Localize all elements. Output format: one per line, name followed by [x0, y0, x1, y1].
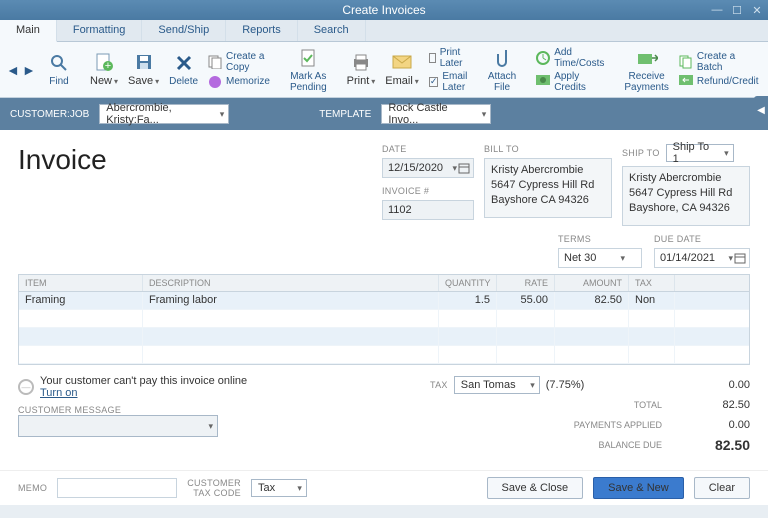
online-pay-message: — Your customer can't pay this invoice o… — [18, 375, 414, 399]
terms-label: Terms — [558, 234, 642, 244]
tab-sendship[interactable]: Send/Ship — [142, 20, 226, 41]
apply-credits-button[interactable]: Apply Credits — [536, 71, 604, 93]
due-date-input[interactable]: 01/14/2021 — [654, 248, 750, 268]
create-batch-button[interactable]: Create a Batch — [679, 51, 759, 73]
email-later-checkbox[interactable]: Email Later — [429, 71, 468, 93]
balance-due-label: Balance Due — [430, 440, 680, 450]
checkbox-icon — [429, 53, 436, 63]
save-close-button[interactable]: Save & Close — [487, 477, 584, 499]
customer-tax-code-dropdown[interactable]: Tax — [251, 479, 307, 497]
tab-reports[interactable]: Reports — [226, 20, 298, 41]
checkbox-checked-icon — [429, 77, 439, 87]
save-new-button[interactable]: Save & New — [593, 477, 684, 499]
payments-applied-label: Payments Applied — [430, 420, 680, 430]
template-dropdown[interactable]: Rock Castle Invo... — [381, 104, 491, 124]
add-time-costs-button[interactable]: Add Time/Costs — [536, 47, 604, 69]
table-row[interactable]: Framing Framing labor 1.5 55.00 82.50 No… — [19, 292, 749, 310]
refund-credit-button[interactable]: Refund/Credit — [679, 75, 759, 89]
delete-button[interactable]: Delete — [165, 50, 202, 89]
date-label: Date — [382, 144, 474, 154]
nav-back-icon[interactable]: ◄ — [6, 63, 20, 77]
bill-to-address[interactable]: Kristy Abercrombie 5647 Cypress Hill Rd … — [484, 158, 612, 218]
tax-amount: 0.00 — [680, 379, 750, 391]
col-description: Description — [143, 275, 439, 291]
print-later-checkbox[interactable]: Print Later — [429, 47, 468, 69]
print-button[interactable]: Print▾ — [343, 49, 380, 89]
invoice-form: Invoice Date 12/15/2020 Invoice # 1102 B… — [0, 130, 768, 470]
table-row[interactable] — [19, 328, 749, 346]
total-label: Total — [430, 400, 680, 410]
table-row[interactable] — [19, 310, 749, 328]
col-tax: Tax — [629, 275, 675, 291]
tax-pct: (7.75%) — [546, 379, 585, 391]
page-title: Invoice — [18, 144, 372, 176]
close-button[interactable]: ✕ — [750, 3, 764, 17]
col-item: Item — [19, 275, 143, 291]
due-date-label: Due Date — [654, 234, 750, 244]
new-button[interactable]: +New▾ — [86, 49, 122, 89]
receive-payments-button[interactable]: Receive Payments — [620, 45, 672, 95]
memo-label: Memo — [18, 483, 47, 493]
attach-file-button[interactable]: Attach File — [484, 45, 520, 95]
ship-to-label: Ship To — [622, 148, 660, 158]
clear-button[interactable]: Clear — [694, 477, 750, 499]
col-rate: Rate — [497, 275, 555, 291]
invoice-no-label: Invoice # — [382, 186, 474, 196]
ship-to-address[interactable]: Kristy Abercrombie 5647 Cypress Hill Rd … — [622, 166, 750, 226]
ship-to-dropdown[interactable]: Ship To 1 — [666, 144, 734, 162]
side-panel-toggle[interactable]: ◀ — [754, 96, 768, 124]
tab-search[interactable]: Search — [298, 20, 366, 41]
memo-input[interactable] — [57, 478, 177, 498]
tab-bar: Main Formatting Send/Ship Reports Search — [0, 20, 768, 42]
col-quantity: Quantity — [439, 275, 497, 291]
ribbon: ◄ ► Find +New▾ Save▾ Delete Create a Cop… — [0, 42, 768, 98]
nav-forward-icon[interactable]: ► — [22, 63, 36, 77]
customer-template-bar: Customer:Job Abercrombie, Kristy:Fa... T… — [0, 98, 768, 130]
table-row[interactable] — [19, 346, 749, 364]
email-button[interactable]: Email▾ — [381, 49, 423, 89]
line-item-grid[interactable]: Item Description Quantity Rate Amount Ta… — [18, 274, 750, 365]
turn-on-link[interactable]: Turn on — [40, 387, 78, 399]
tax-code-dropdown[interactable]: San Tomas — [454, 376, 540, 394]
save-button[interactable]: Save▾ — [124, 49, 163, 89]
mark-pending-button[interactable]: Mark As Pending — [286, 45, 331, 95]
customer-tax-code-label: Customer Tax Code — [187, 478, 241, 498]
titlebar: Create Invoices — ☐ ✕ — [0, 0, 768, 20]
balance-due-value: 82.50 — [680, 437, 750, 453]
customer-job-dropdown[interactable]: Abercrombie, Kristy:Fa... — [99, 104, 229, 124]
bill-to-label: Bill To — [484, 144, 612, 154]
create-copy-button[interactable]: Create a Copy — [208, 51, 270, 73]
footer-bar: Memo Customer Tax Code Tax Save & Close … — [0, 470, 768, 505]
customer-job-label: Customer:Job — [10, 109, 89, 120]
date-input[interactable]: 12/15/2020 — [382, 158, 474, 178]
find-button[interactable]: Find — [44, 50, 74, 89]
tab-formatting[interactable]: Formatting — [57, 20, 143, 41]
svg-text:+: + — [105, 60, 111, 72]
customer-message-label: Customer Message — [18, 405, 414, 415]
info-icon: — — [18, 379, 34, 395]
maximize-button[interactable]: ☐ — [730, 3, 744, 17]
calendar-icon[interactable] — [458, 162, 470, 174]
tab-main[interactable]: Main — [0, 20, 57, 42]
customer-message-dropdown[interactable] — [18, 415, 218, 437]
invoice-no-input[interactable]: 1102 — [382, 200, 474, 220]
memorize-button[interactable]: Memorize — [208, 75, 270, 89]
calendar-icon[interactable] — [734, 252, 746, 264]
template-label: Template — [319, 109, 371, 120]
col-amount: Amount — [555, 275, 629, 291]
total-value: 82.50 — [680, 399, 750, 411]
terms-dropdown[interactable]: Net 30 — [558, 248, 642, 268]
window-title: Create Invoices — [342, 3, 425, 17]
tax-label: Tax — [430, 380, 448, 390]
minimize-button[interactable]: — — [710, 3, 724, 17]
payments-applied-value: 0.00 — [680, 419, 750, 431]
